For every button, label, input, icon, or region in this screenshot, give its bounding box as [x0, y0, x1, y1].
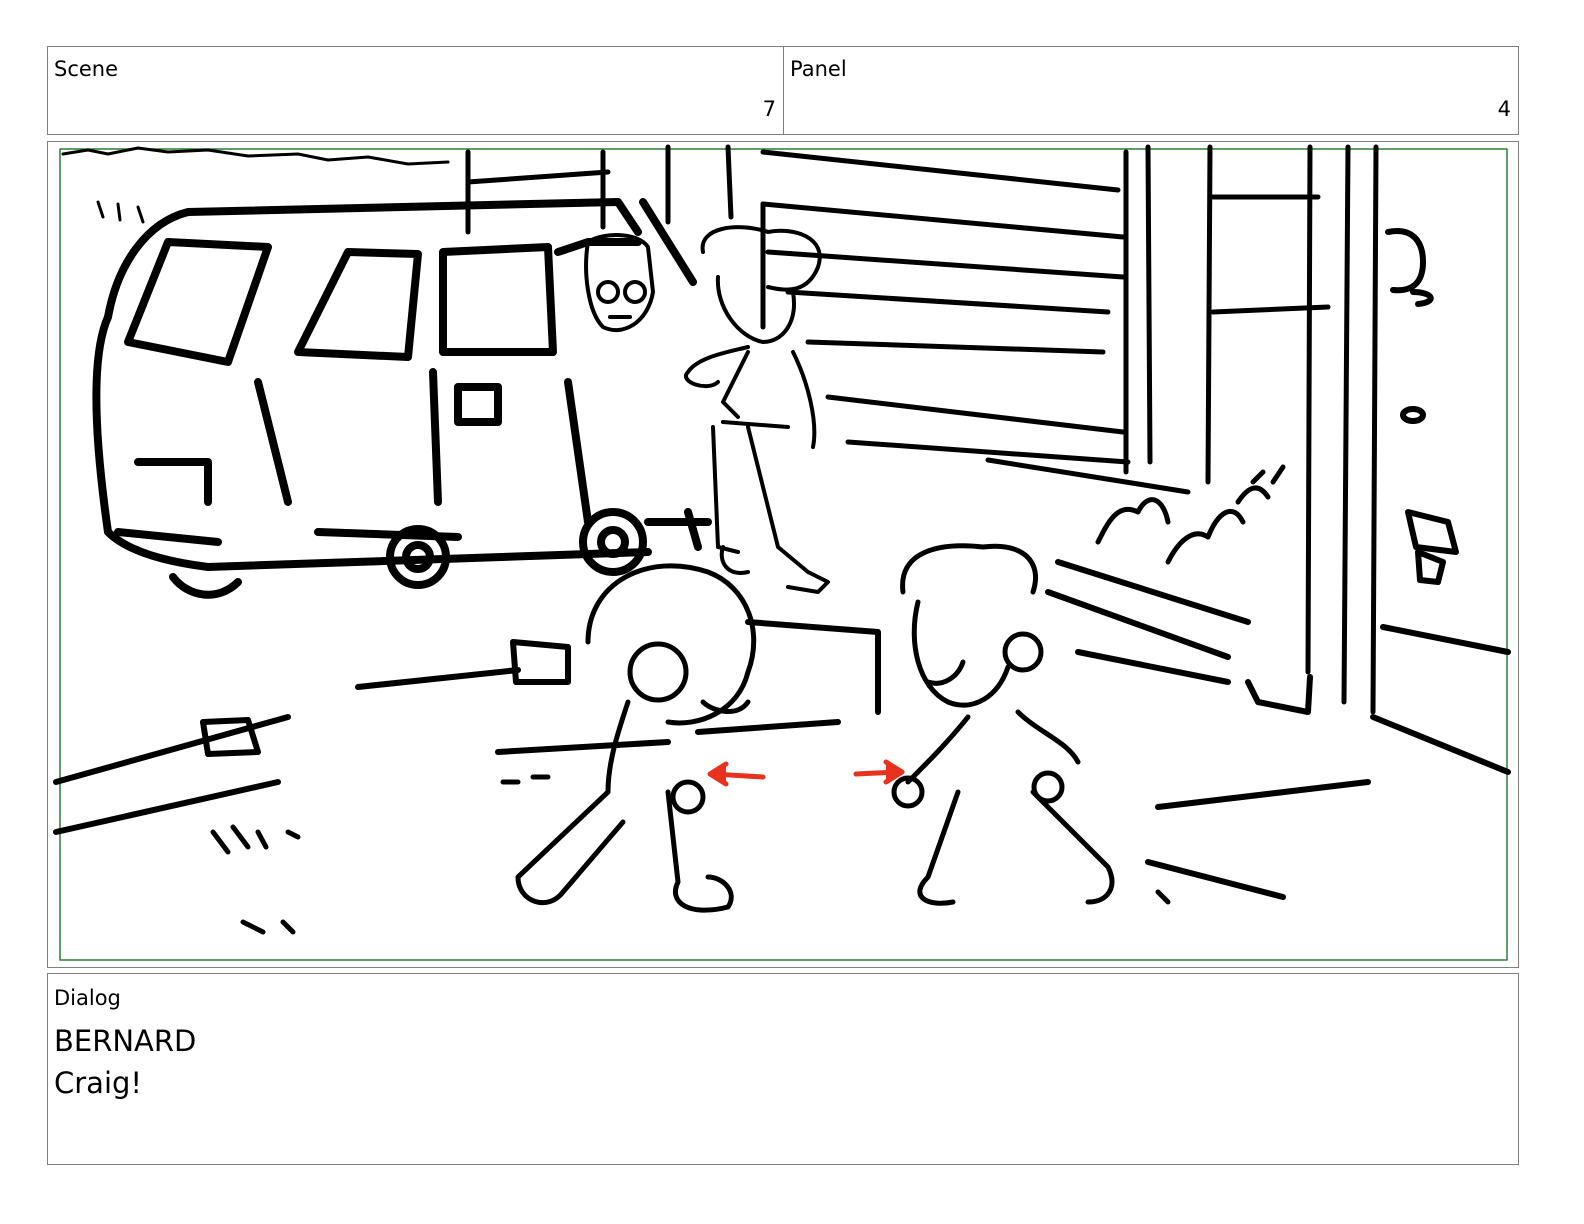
- left-kid-figure: [515, 563, 757, 913]
- wall-marks: [1370, 228, 1511, 775]
- dialog-speaker: BERNARD: [54, 1024, 197, 1058]
- storyboard-sketch: [53, 144, 1511, 961]
- ground-lines: [53, 559, 1371, 900]
- panel-label: Panel: [790, 57, 847, 81]
- standing-man-figure: [684, 225, 830, 594]
- van-drawing: [92, 198, 712, 599]
- storyboard-header: Scene 7 Panel 4: [47, 46, 1519, 135]
- scene-cell: Scene 7: [48, 47, 784, 134]
- panel-number: 4: [1497, 97, 1511, 121]
- dialog-box: Dialog BERNARD Craig!: [47, 973, 1519, 1165]
- camera-safe-frame: [59, 148, 1508, 961]
- storyboard-panel-frame: [47, 141, 1519, 968]
- panel-cell: Panel 4: [784, 47, 1518, 134]
- garage-background: [465, 144, 1379, 715]
- dialog-label: Dialog: [54, 986, 121, 1010]
- dialog-line: Craig!: [54, 1066, 143, 1100]
- right-kid-figure: [891, 543, 1115, 906]
- scene-number: 7: [762, 97, 776, 121]
- motion-arrows: [707, 759, 905, 787]
- scene-label: Scene: [54, 57, 119, 81]
